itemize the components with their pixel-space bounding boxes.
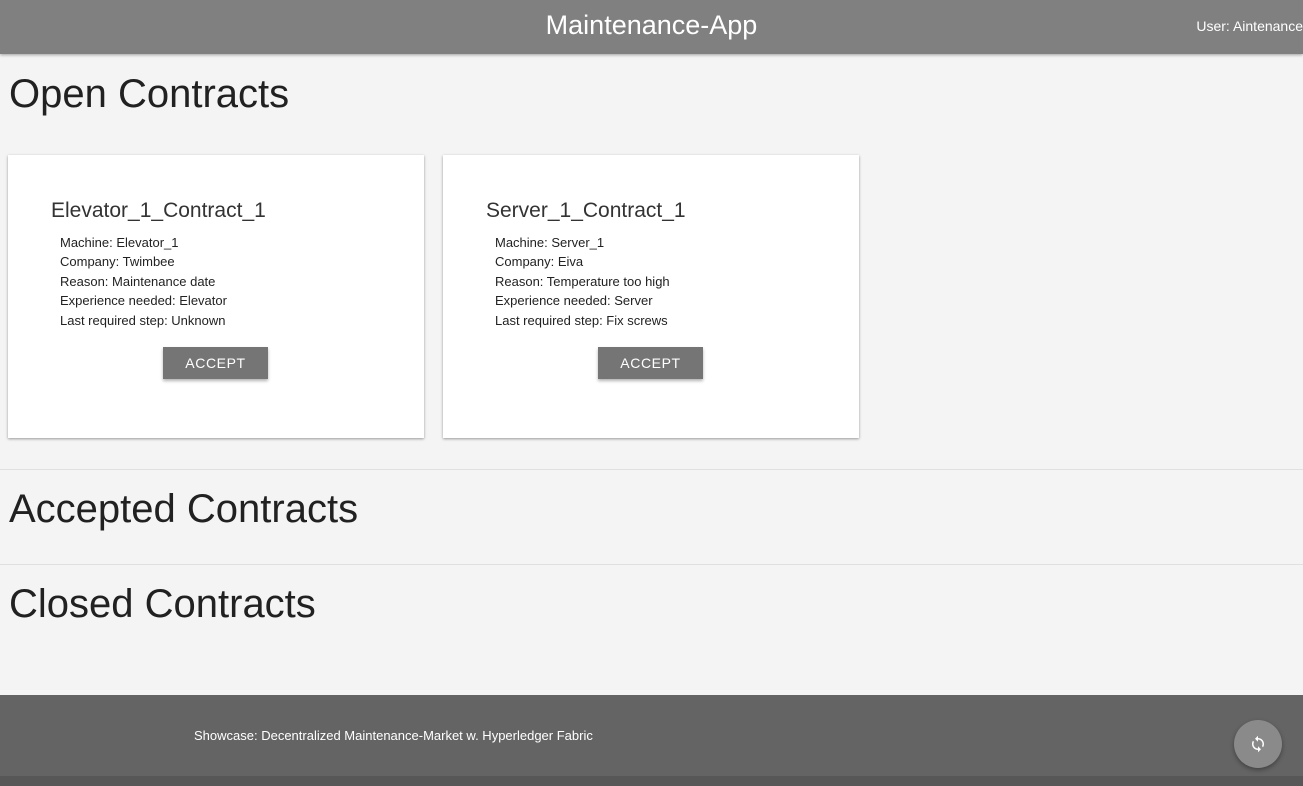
open-contracts-heading: Open Contracts xyxy=(9,72,290,116)
contract-company: Company: Eiva xyxy=(495,254,584,270)
contract-card: Elevator_1_Contract_1 Machine: Elevator_… xyxy=(8,155,424,438)
accept-button[interactable]: ACCEPT xyxy=(163,347,268,379)
section-divider xyxy=(0,564,1303,565)
contract-card: Server_1_Contract_1 Machine: Server_1 Co… xyxy=(443,155,859,438)
accepted-contracts-heading: Accepted Contracts xyxy=(9,487,359,531)
contract-machine: Machine: Elevator_1 xyxy=(60,235,179,250)
contract-company: Company: Twimbee xyxy=(60,254,175,270)
contract-experience: Experience needed: Server xyxy=(495,293,653,309)
contract-title: Server_1_Contract_1 xyxy=(486,199,686,222)
section-divider xyxy=(0,469,1303,470)
refresh-button[interactable] xyxy=(1234,720,1282,768)
contract-last-step: Last required step: Unknown xyxy=(60,312,226,328)
contract-experience: Experience needed: Elevator xyxy=(60,293,227,309)
footer-bottom-bar xyxy=(0,776,1303,786)
app-header: Maintenance-App User: Aintenance xyxy=(0,0,1303,54)
page-footer: Showcase: Decentralized Maintenance-Mark… xyxy=(0,695,1303,776)
footer-text: Showcase: Decentralized Maintenance-Mark… xyxy=(194,728,593,743)
contract-details: Machine: Server_1 Company: Eiva Reason: … xyxy=(495,233,670,330)
contract-title: Elevator_1_Contract_1 xyxy=(51,199,266,222)
refresh-icon xyxy=(1252,735,1264,753)
contract-reason: Reason: Temperature too high xyxy=(495,273,670,289)
app-title: Maintenance-App xyxy=(545,10,758,40)
contract-reason: Reason: Maintenance date xyxy=(60,273,216,289)
accept-button[interactable]: ACCEPT xyxy=(598,347,703,379)
contract-machine: Machine: Server_1 xyxy=(495,235,605,250)
contract-details: Machine: Elevator_1 Company: Twimbee Rea… xyxy=(60,233,227,330)
user-label: User: Aintenance xyxy=(1196,18,1303,34)
closed-contracts-heading: Closed Contracts xyxy=(9,582,316,626)
contract-last-step: Last required step: Fix screws xyxy=(495,312,668,328)
